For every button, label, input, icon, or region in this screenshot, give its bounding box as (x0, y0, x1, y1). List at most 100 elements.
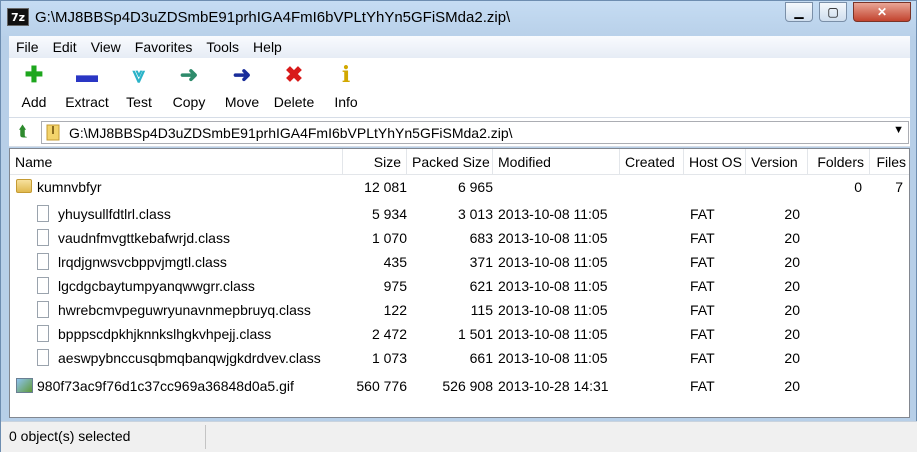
copy-label: Copy (172, 94, 206, 110)
up-folder-icon: ⮬ (18, 123, 28, 140)
up-folder-button[interactable]: ⮬ (13, 122, 33, 142)
row-packed: 683 (469, 230, 493, 246)
test-label: Test (126, 94, 152, 110)
zip-folder-icon (46, 124, 60, 141)
menu-tools[interactable]: Tools (199, 36, 246, 58)
row-size: 12 081 (364, 179, 407, 195)
row-packed: 6 965 (457, 179, 493, 195)
row-modified: 2013-10-08 11:05 (498, 206, 608, 222)
row-packed: 661 (469, 350, 493, 366)
row-name: yhuysullfdtlrl.class (58, 206, 171, 222)
column-header-row: Name Size Packed Size Modified Created H… (10, 149, 909, 175)
row-packed: 371 (469, 254, 493, 270)
row-modified: 2013-10-08 11:05 (498, 278, 608, 294)
file-list[interactable]: Name Size Packed Size Modified Created H… (9, 148, 910, 418)
menu-favorites[interactable]: Favorites (128, 36, 200, 58)
file-icon (37, 349, 49, 366)
file-row[interactable]: lgcdgcbaytumpyanqwwgrr.class 975 621 2013-1… (10, 274, 909, 298)
row-packed: 621 (469, 278, 493, 294)
file-row[interactable]: hwrebcmvpeguwryunavnmepbruyq.class 122 115… (10, 298, 909, 322)
row-folders: 0 (854, 179, 862, 195)
row-version: 20 (784, 254, 800, 270)
file-row[interactable]: bpppscdpkhjknnkslhgkvhpejj.class 2 472 1 5… (10, 322, 909, 346)
move-button[interactable]: ➜ Move (223, 62, 261, 110)
row-name: 980f73ac9f76d1c37cc969a36848d0a5.gif (37, 378, 294, 394)
row-name: aeswpybnccusqbmqbanqwjgkdrdvev.class (58, 350, 321, 366)
info-button[interactable]: i Info (331, 62, 361, 110)
minimize-button[interactable]: ▁ (785, 2, 813, 22)
menu-edit[interactable]: Edit (46, 36, 84, 58)
row-size: 435 (383, 254, 407, 270)
extract-button[interactable]: ▬ Extract (63, 62, 111, 110)
col-version[interactable]: Version (746, 149, 808, 175)
col-folders[interactable]: Folders (808, 149, 870, 175)
col-modified[interactable]: Modified (493, 149, 620, 175)
row-modified: 2013-10-28 14:31 (498, 378, 609, 394)
status-selection: 0 object(s) selected (9, 428, 131, 444)
menu-file[interactable]: File (9, 36, 46, 58)
row-modified: 2013-10-08 11:05 (498, 254, 608, 270)
row-name: vaudnfmvgttkebafwrjd.class (58, 230, 230, 246)
app-7zip-icon: 7z (7, 8, 29, 26)
check-icon: ⩔ (132, 62, 146, 87)
maximize-button[interactable]: ▢ (819, 2, 847, 22)
folder-icon (16, 179, 32, 193)
row-version: 20 (784, 230, 800, 246)
row-packed: 1 501 (457, 326, 493, 342)
row-host: FAT (690, 278, 715, 294)
address-bar: ⮬ G:\MJ8BBSp4D3uZDSmbE91prhIGA4FmI6bVPLt… (9, 118, 910, 147)
file-row[interactable]: 980f73ac9f76d1c37cc969a36848d0a5.gif 560 … (10, 374, 909, 398)
col-packed-size[interactable]: Packed Size (407, 149, 493, 175)
address-field[interactable]: G:\MJ8BBSp4D3uZDSmbE91prhIGA4FmI6bVPLtYh… (41, 121, 909, 144)
chevron-down-icon[interactable]: ▼ (893, 124, 904, 136)
file-row[interactable]: lrqdjgnwsvcbppvjmgtl.class 435 371 2013-10-… (10, 250, 909, 274)
copy-arrow-icon: ➜ (179, 62, 199, 87)
col-name[interactable]: Name (10, 149, 343, 175)
info-icon: i (341, 62, 351, 88)
row-host: FAT (690, 302, 715, 318)
row-packed: 526 908 (442, 378, 493, 394)
maximize-icon: ▢ (827, 5, 839, 19)
add-button[interactable]: ✚ Add (19, 62, 49, 110)
row-size: 560 776 (356, 378, 407, 394)
row-files: 7 (895, 179, 903, 195)
col-host-os[interactable]: Host OS (684, 149, 746, 175)
title-bar[interactable]: 7z G:\MJ8BBSp4D3uZDSmbE91prhIGA4FmI6bVPL… (1, 1, 916, 35)
delete-button[interactable]: ✖ Delete (271, 62, 317, 110)
row-name: kumnvbfyr (37, 179, 102, 195)
file-icon (37, 253, 49, 270)
row-version: 20 (784, 278, 800, 294)
row-host: FAT (690, 254, 715, 270)
file-icon (37, 229, 49, 246)
row-modified: 2013-10-08 11:05 (498, 326, 608, 342)
test-button[interactable]: ⩔ Test (123, 62, 155, 110)
col-files[interactable]: Files (870, 149, 909, 175)
menu-view[interactable]: View (84, 36, 128, 58)
col-size[interactable]: Size (343, 149, 407, 175)
file-icon (37, 277, 49, 294)
minimize-icon: ▁ (794, 5, 804, 19)
row-size: 122 (383, 302, 407, 318)
menu-bar: File Edit View Favorites Tools Help (9, 36, 910, 58)
col-created[interactable]: Created (620, 149, 684, 175)
close-button[interactable]: ✕ (853, 2, 911, 22)
row-name: bpppscdpkhjknnkslhgkvhpejj.class (58, 326, 272, 342)
row-host: FAT (690, 326, 715, 342)
folder-row[interactable]: kumnvbfyr 12 081 6 965 0 7 (10, 175, 909, 199)
file-row[interactable]: vaudnfmvgttkebafwrjd.class 1 070 683 2013-1… (10, 226, 909, 250)
menu-help[interactable]: Help (246, 36, 289, 58)
row-modified: 2013-10-08 11:05 (498, 302, 608, 318)
row-size: 1 073 (371, 350, 407, 366)
move-label: Move (224, 94, 260, 110)
status-divider (205, 425, 206, 449)
row-size: 975 (383, 278, 407, 294)
row-host: FAT (690, 230, 715, 246)
close-icon: ✕ (876, 5, 888, 19)
file-row[interactable]: aeswpybnccusqbmqbanqwjgkdrdvev.class 1 07… (10, 346, 909, 370)
row-modified: 2013-10-08 11:05 (498, 350, 608, 366)
delete-x-icon: ✖ (284, 62, 304, 87)
row-name: hwrebcmvpeguwryunavnmepbruyq.class (58, 302, 311, 318)
file-row[interactable]: yhuysullfdtlrl.class 5 934 3 013 2013-10-08… (10, 202, 909, 226)
row-version: 20 (784, 302, 800, 318)
copy-button[interactable]: ➜ Copy (171, 62, 207, 110)
